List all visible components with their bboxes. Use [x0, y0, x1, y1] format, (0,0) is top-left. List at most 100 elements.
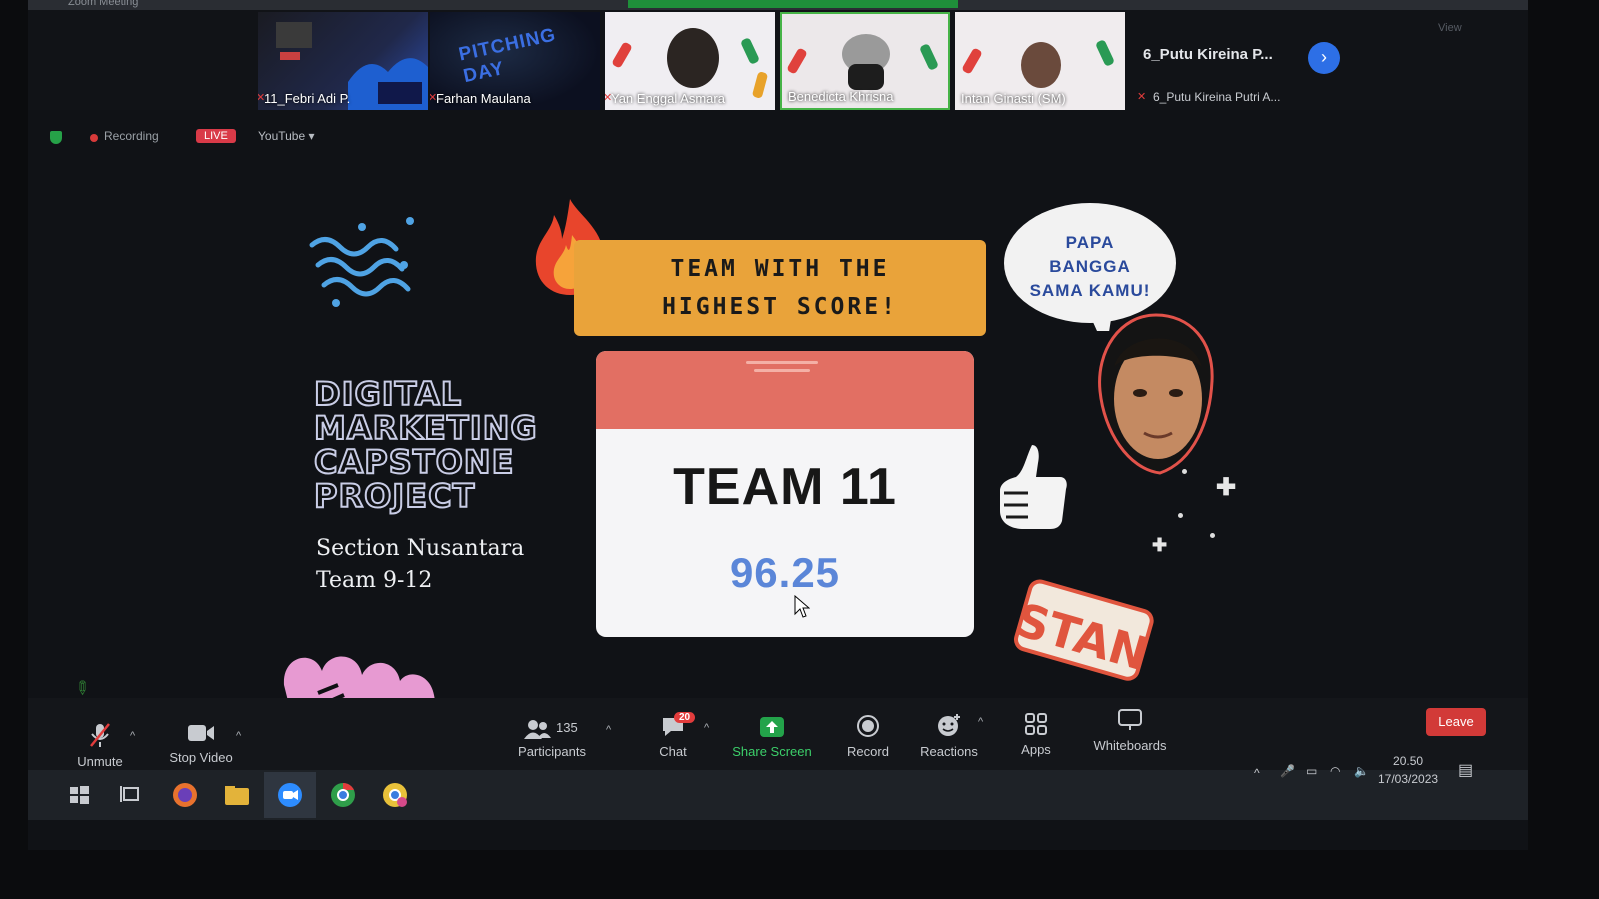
slide-title-line: DIGITAL: [313, 375, 463, 413]
participant-name: Benedicta Khrisna: [788, 89, 894, 104]
zoom-taskbar-active[interactable]: [264, 772, 316, 818]
face-sticker: [1098, 313, 1214, 475]
unmute-button[interactable]: Unmute: [70, 722, 130, 769]
participant-tile-active-speaker[interactable]: Benedicta Khrisna: [780, 12, 950, 110]
bubble-line: BANGGA: [1049, 257, 1131, 276]
window-titlebar: Zoom Meeting: [28, 0, 1528, 10]
show-hidden-icons-chevron[interactable]: ^: [1254, 766, 1260, 780]
participant-tile[interactable]: PITCHING DAY ✕ Farhan Maulana: [430, 12, 600, 110]
sparkle-icon: ✚: [1152, 535, 1168, 555]
participant-name-large: 6_Putu Kireina P...: [1143, 46, 1273, 63]
record-icon: [857, 715, 879, 737]
chat-options-caret[interactable]: ^: [704, 722, 709, 734]
reactions-button[interactable]: Reactions: [914, 712, 984, 759]
audio-options-caret[interactable]: ^: [130, 730, 135, 742]
winning-team-name: TEAM 11: [673, 458, 897, 516]
apps-icon: [1025, 713, 1047, 735]
view-button[interactable]: View: [1438, 22, 1462, 34]
participant-name: Yan Enggal Asmara: [611, 91, 725, 106]
record-button[interactable]: Record: [838, 714, 898, 759]
live-stream-platform[interactable]: YouTube ▾: [258, 129, 315, 143]
whiteboards-label: Whiteboards: [1093, 738, 1167, 753]
record-label: Record: [847, 744, 889, 759]
chat-label: Chat: [659, 744, 687, 759]
live-badge[interactable]: LIVE: [196, 129, 236, 143]
windows-taskbar: [28, 770, 1528, 820]
slide-section: Section Nusantara Team 9-12: [316, 533, 524, 597]
reactions-options-caret[interactable]: ^: [978, 716, 983, 728]
chrome-profile-icon[interactable]: [380, 780, 410, 810]
slide-title-line: MARKETING: [313, 409, 538, 447]
apps-button[interactable]: Apps: [1016, 712, 1056, 757]
bubble-line: PAPA: [1065, 233, 1115, 252]
battery-icon[interactable]: ▭: [1306, 764, 1317, 778]
whiteboards-button[interactable]: Whiteboards: [1088, 708, 1172, 753]
chevron-down-icon: ▾: [308, 129, 315, 143]
task-view-icon[interactable]: [116, 780, 146, 810]
squiggle-decoration: [309, 217, 414, 307]
next-page-button[interactable]: ›: [1308, 42, 1340, 74]
recording-label: Recording: [104, 129, 159, 143]
windows-start-icon[interactable]: [64, 780, 94, 810]
mouse-cursor-icon: [794, 595, 810, 618]
banner-line: HIGHEST SCORE!: [662, 294, 898, 320]
stan-sticker: STAN: [1010, 579, 1154, 681]
video-camera-icon: [188, 725, 214, 741]
share-screen-label: Share Screen: [732, 744, 812, 759]
section-name: Section Nusantara: [316, 536, 525, 561]
participant-tile[interactable]: 6_Putu Kireina P... ✕ 6_Putu Kireina Put…: [1133, 12, 1323, 110]
slide-title-line: PROJECT: [313, 477, 476, 515]
muted-microphone-icon: [90, 723, 110, 747]
team-range: Team 9-12: [316, 568, 433, 593]
participant-video: [667, 28, 719, 88]
screen-share-indicator: [628, 0, 958, 8]
sparkle-icon: ✚: [1216, 474, 1237, 501]
firefox-icon[interactable]: [170, 780, 200, 810]
participants-count: 135: [556, 720, 578, 735]
file-explorer-icon[interactable]: [222, 780, 252, 810]
chat-unread-badge: 20: [674, 712, 696, 723]
participant-name: 11_Febri Adi P.: [264, 91, 351, 106]
reactions-label: Reactions: [920, 744, 978, 759]
clock-date: 17/03/2023: [1378, 772, 1439, 786]
unmute-label: Unmute: [77, 754, 123, 769]
card-header: [596, 351, 974, 429]
system-clock[interactable]: 20.50 17/03/2023: [1378, 752, 1438, 788]
participants-label: Participants: [518, 744, 586, 759]
participant-tile[interactable]: Intan Ginasti (SM): [955, 12, 1125, 110]
participant-name: Farhan Maulana: [436, 91, 531, 106]
microphone-tray-icon[interactable]: 🎤: [1280, 764, 1295, 778]
speech-bubble-text: PAPA BANGGA SAMA KAMU!: [1012, 231, 1168, 303]
participant-tile[interactable]: ✕ Yan Enggal Asmara: [605, 12, 775, 110]
leave-button[interactable]: Leave: [1426, 708, 1486, 736]
zoom-app-icon: [278, 783, 302, 807]
pitching-day-poster: PITCHING DAY: [456, 24, 558, 88]
banner-line: TEAM WITH THE: [670, 256, 890, 282]
chrome-icon[interactable]: [328, 780, 358, 810]
participants-icon: [524, 720, 551, 739]
live-stream-platform-label: YouTube: [258, 129, 306, 143]
window-title: Zoom Meeting: [68, 0, 139, 8]
volume-icon[interactable]: 🔈: [1354, 764, 1369, 778]
share-screen-button[interactable]: Share Screen: [728, 716, 816, 759]
participants-button[interactable]: 135 Participants: [512, 716, 592, 759]
bubble-line: SAMA KAMU!: [1029, 281, 1151, 300]
shared-screen-slide: DIGITAL MARKETING CAPSTONE PROJECT Secti…: [28, 155, 1528, 717]
whiteboard-icon: [1118, 709, 1142, 730]
winner-card: TEAM 11 96.25: [596, 351, 974, 637]
participant-name: 6_Putu Kireina Putri A...: [1153, 90, 1281, 104]
muted-mic-icon: ✕: [1137, 91, 1147, 103]
clock-time: 20.50: [1393, 754, 1424, 768]
smiley-plus-icon: [938, 714, 960, 736]
winning-score: 96.25: [729, 549, 841, 596]
participant-name: Intan Ginasti (SM): [961, 91, 1066, 106]
participants-options-caret[interactable]: ^: [606, 724, 611, 736]
share-screen-icon: [760, 717, 784, 737]
wifi-icon[interactable]: ◠: [1330, 764, 1340, 778]
video-options-caret[interactable]: ^: [236, 730, 241, 742]
thumbs-up-icon: [1000, 445, 1067, 529]
recording-dot-icon: [90, 134, 98, 142]
participant-tile[interactable]: ✕ 11_Febri Adi P.: [258, 12, 428, 110]
notification-center-icon[interactable]: ▤: [1458, 760, 1473, 780]
stop-video-button[interactable]: Stop Video: [164, 722, 238, 765]
